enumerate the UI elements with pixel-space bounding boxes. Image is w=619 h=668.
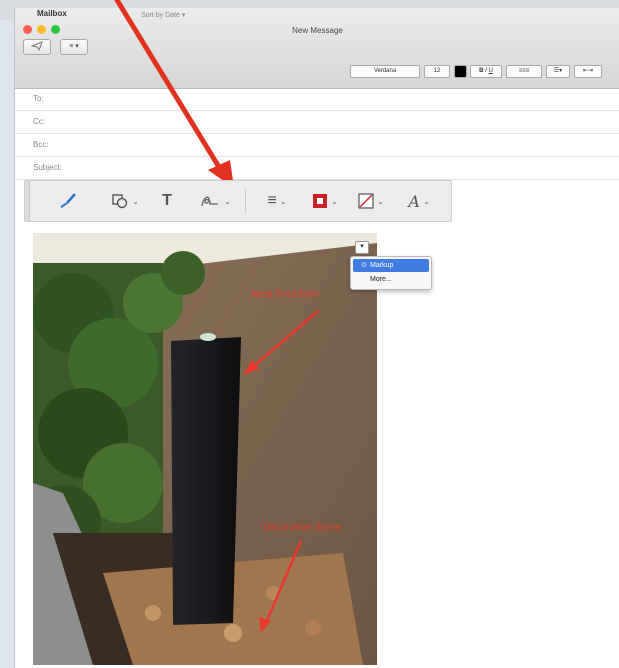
- markup-icon: ⊙: [361, 262, 367, 269]
- signature-icon: [201, 196, 219, 207]
- menu-item-label: More...: [370, 276, 392, 283]
- chevron-down-icon: ⌄: [331, 196, 338, 206]
- text-style-tool[interactable]: A ⌄: [399, 181, 439, 221]
- line-style-icon: ≡: [267, 192, 277, 209]
- markup-toolbar: ⌄ T ⌄ ≡ ⌄ ⌄ ⌄ A ⌄: [24, 180, 452, 222]
- chevron-down-icon: ⌄: [377, 196, 384, 206]
- fill-color-icon: [358, 193, 374, 209]
- extension-menu: ⊙ Markup More...: [350, 256, 432, 290]
- signature-tool[interactable]: ⌄: [193, 181, 237, 221]
- menu-item-more[interactable]: More...: [353, 273, 429, 286]
- menu-item-label: Markup: [370, 262, 394, 269]
- toolbar-divider: [245, 189, 246, 213]
- chevron-down-icon: ⌄: [132, 196, 139, 206]
- stone-annotation: Decorative Stone: [263, 523, 341, 533]
- sketch-tool[interactable]: [53, 181, 83, 221]
- menu-item-markup[interactable]: ⊙ Markup: [353, 259, 429, 272]
- chevron-down-icon: ⌄: [224, 196, 231, 206]
- water-spout: [200, 333, 216, 341]
- vine: [161, 251, 205, 295]
- fountain-pillar: [171, 337, 241, 625]
- shapes-icon: [112, 194, 128, 209]
- text-style-icon: A: [408, 191, 420, 211]
- border-color-icon: [313, 194, 328, 208]
- attached-photo[interactable]: New Fountain Decorative Stone: [33, 233, 377, 665]
- chevron-down-icon: ▾: [360, 243, 364, 250]
- chevron-down-icon: ⌄: [279, 196, 287, 206]
- fountain-annotation: New Fountain: [251, 289, 320, 300]
- toolbar-grip: [25, 181, 30, 221]
- stone: [305, 620, 321, 636]
- fountain-photo: [33, 233, 377, 665]
- sketch-pen-icon: [60, 193, 76, 208]
- fill-color-tool[interactable]: ⌄: [351, 181, 391, 221]
- stone: [145, 605, 161, 621]
- border-color-tool[interactable]: ⌄: [305, 181, 345, 221]
- chevron-down-icon: ⌄: [422, 196, 430, 206]
- pointer-arrow: [114, 0, 234, 188]
- text-icon: T: [162, 192, 172, 209]
- line-style-tool[interactable]: ≡ ⌄: [257, 181, 297, 221]
- text-tool[interactable]: T: [155, 181, 179, 221]
- extension-menu-button[interactable]: ▾: [355, 241, 369, 254]
- shapes-tool[interactable]: ⌄: [105, 181, 145, 221]
- stone: [224, 624, 242, 642]
